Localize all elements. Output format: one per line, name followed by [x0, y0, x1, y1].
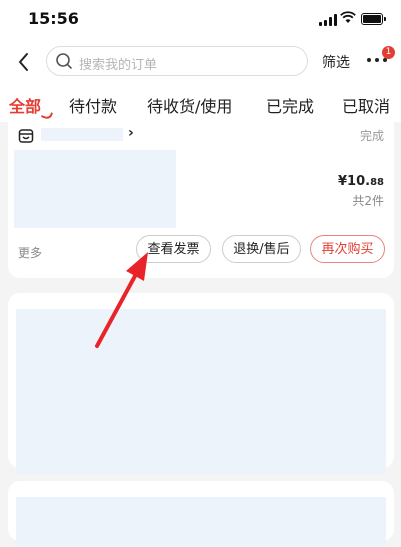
order-card-placeholder — [8, 481, 394, 547]
search-icon — [56, 53, 72, 69]
wifi-icon — [340, 11, 356, 23]
tab-all[interactable]: 全部 — [9, 93, 41, 117]
product-thumbnail[interactable] — [14, 150, 176, 228]
chevron-right-icon[interactable]: › — [128, 125, 134, 141]
tab-pending-receipt[interactable]: 待收货/使用 — [147, 93, 232, 117]
refund-button[interactable]: 退换/售后 — [222, 235, 301, 263]
shop-icon — [18, 129, 34, 143]
battery-icon — [361, 13, 386, 25]
notification-badge: 1 — [382, 46, 395, 59]
signal-icon — [319, 14, 337, 26]
order-quantity: 共2件 — [352, 194, 384, 208]
order-tabs: 全部 待付款 待收货/使用 已完成 已取消 — [0, 88, 401, 122]
view-invoice-button[interactable]: 查看发票 — [136, 235, 211, 263]
status-bar: 15:56 — [0, 0, 401, 36]
more-link[interactable]: 更多 — [18, 244, 42, 261]
shop-name-placeholder[interactable] — [41, 128, 123, 141]
back-icon[interactable] — [14, 50, 34, 74]
tab-active-indicator — [40, 109, 54, 121]
order-price: ¥10.88 — [338, 174, 384, 189]
order-card[interactable]: › 完成 ¥10.88 共2件 更多 查看发票 退换/售后 再次购买 — [8, 122, 394, 278]
search-input[interactable]: 搜索我的订单 — [46, 46, 308, 76]
rebuy-button[interactable]: 再次购买 — [310, 235, 385, 263]
more-icon[interactable] — [367, 58, 389, 66]
filter-button[interactable]: 筛选 — [322, 52, 350, 72]
top-nav: 搜索我的订单 筛选 — [0, 36, 401, 88]
status-time: 15:56 — [28, 9, 79, 28]
tab-completed[interactable]: 已完成 — [266, 93, 314, 117]
tab-pending-payment[interactable]: 待付款 — [69, 93, 117, 117]
order-card-placeholder — [8, 293, 394, 474]
tab-cancelled[interactable]: 已取消 — [342, 93, 390, 117]
order-status: 完成 — [359, 129, 384, 143]
search-placeholder: 搜索我的订单 — [79, 58, 158, 73]
